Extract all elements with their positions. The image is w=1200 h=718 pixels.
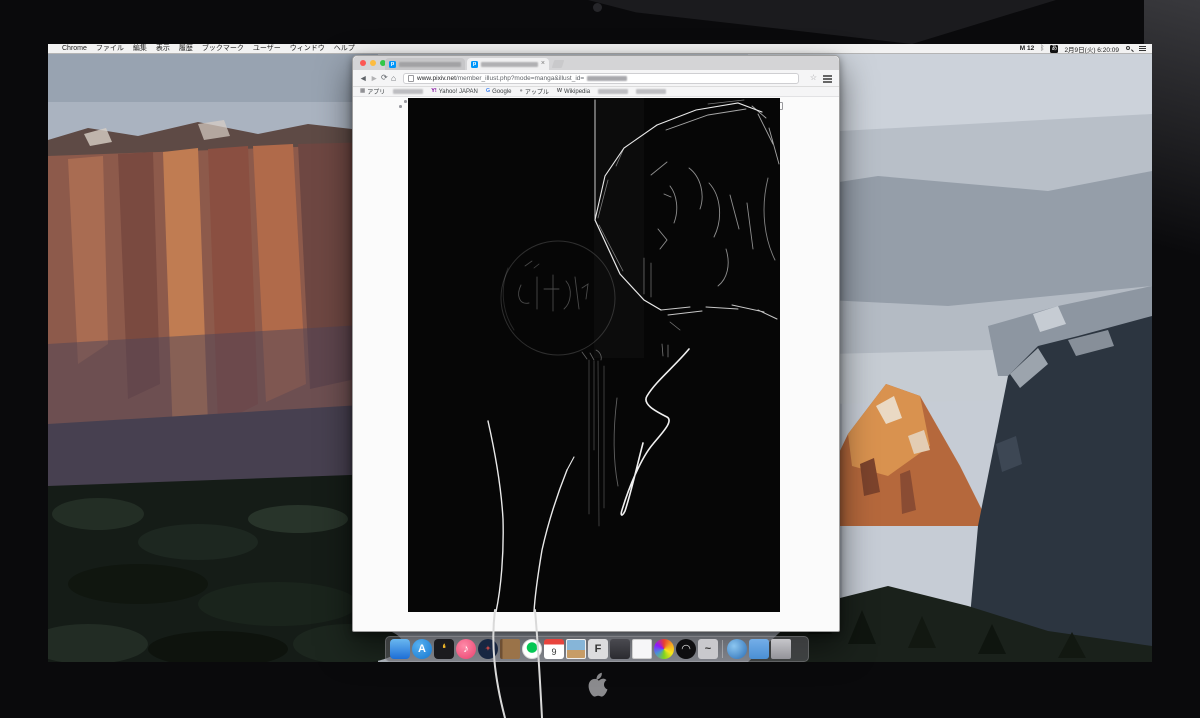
bookmark-item[interactable] bbox=[636, 89, 666, 94]
menu-item[interactable]: 表示 bbox=[156, 44, 170, 54]
webcam-dot bbox=[593, 3, 602, 12]
bookmark-favicon: W bbox=[557, 88, 562, 95]
tab-active[interactable]: p × bbox=[467, 58, 549, 70]
spotlight-icon[interactable] bbox=[1125, 45, 1133, 53]
dock-app-icon[interactable]: ❛ bbox=[434, 639, 454, 659]
menu-item[interactable]: ブックマーク bbox=[202, 44, 244, 54]
pixiv-favicon: p bbox=[389, 61, 396, 68]
menu-item[interactable]: 編集 bbox=[133, 44, 147, 54]
bookmark-label: Wikipedia bbox=[564, 89, 590, 95]
dock-app-icon[interactable]: 9 bbox=[544, 639, 564, 659]
bookmark-item[interactable]: G Google bbox=[486, 88, 512, 95]
dock-app-icon[interactable] bbox=[654, 639, 674, 659]
bookmark-item[interactable]: ● アップル bbox=[520, 87, 549, 96]
bezel-reflection-right bbox=[1144, 0, 1200, 330]
dock-app-icon[interactable]: ◠ bbox=[676, 639, 696, 659]
tab-title-censored bbox=[481, 62, 538, 67]
manga-artwork-image[interactable] bbox=[408, 98, 780, 612]
bookmark-favicon: ▦ bbox=[360, 88, 365, 95]
bookmark-censored bbox=[598, 89, 628, 94]
tab-close-icon[interactable]: × bbox=[541, 59, 545, 69]
menu-item[interactable]: ヘルプ bbox=[334, 44, 355, 54]
dock-app-icon[interactable] bbox=[390, 639, 410, 659]
dock-app-icon[interactable]: F bbox=[588, 639, 608, 659]
bookmark-favicon: ● bbox=[520, 88, 523, 95]
dock-app-icon[interactable] bbox=[749, 639, 769, 659]
tab-title-censored bbox=[399, 62, 461, 67]
bookmark-label: アプリ bbox=[367, 87, 385, 96]
dock-app-icon[interactable] bbox=[522, 639, 542, 659]
menu-item[interactable]: ファイル bbox=[96, 44, 124, 54]
app-menus: Chrome ファイル編集表示履歴ブックマークユーザーウィンドウヘルプ bbox=[62, 44, 355, 54]
notification-center-icon[interactable] bbox=[1139, 46, 1146, 51]
reload-button[interactable]: ⟳ bbox=[381, 73, 388, 83]
bookmark-censored bbox=[636, 89, 666, 94]
bookmark-item[interactable]: ▦ アプリ bbox=[360, 87, 385, 96]
bookmarks-bar: ▦ アプリ Y! Yahoo! JAPAN G Google ● アップル bbox=[353, 87, 839, 97]
dock-app-icon[interactable] bbox=[722, 640, 723, 658]
dock-app-icon[interactable]: ✦ bbox=[478, 639, 498, 659]
bookmark-censored bbox=[393, 89, 423, 94]
dock: A ❛ ♪ ✦ 9 F ◠ ~ bbox=[385, 636, 809, 662]
dock-app-icon[interactable] bbox=[566, 639, 586, 659]
dock-app-icon[interactable]: A bbox=[412, 639, 432, 659]
dock-app-icon[interactable]: ~ bbox=[698, 639, 718, 659]
back-button[interactable]: ◄ bbox=[359, 73, 367, 83]
menu-item[interactable]: ユーザー bbox=[253, 44, 281, 54]
home-button[interactable]: ⌂ bbox=[391, 73, 396, 83]
new-tab-button[interactable] bbox=[552, 60, 565, 68]
bluetooth-icon[interactable]: ᛒ bbox=[1040, 45, 1044, 52]
browser-toolbar: ◄ ► ⟳ ⌂ www.pixiv.net/member_illust.php?… bbox=[353, 70, 839, 87]
address-bar[interactable]: www.pixiv.net/member_illust.php?mode=man… bbox=[403, 73, 799, 84]
bookmark-label: Yahoo! JAPAN bbox=[439, 89, 478, 95]
chrome-window: p p × ◄ ► ⟳ ⌂ www.pixiv.net/member_illus… bbox=[352, 55, 840, 632]
url-id-censored bbox=[587, 76, 627, 81]
bookmark-favicon: G bbox=[486, 88, 490, 95]
menu-clock[interactable]: 2月9日(火) 6:20:09 bbox=[1064, 44, 1119, 54]
pixiv-favicon: p bbox=[471, 61, 478, 68]
sketch-lines bbox=[408, 98, 780, 612]
monitor-photo: Chrome ファイル編集表示履歴ブックマークユーザーウィンドウヘルプ M 12 … bbox=[0, 0, 1200, 718]
tab-strip: p p × bbox=[353, 56, 839, 70]
bookmark-favicon: Y! bbox=[431, 88, 437, 95]
bookmark-label: Google bbox=[492, 89, 511, 95]
page-icon bbox=[408, 75, 414, 82]
menu-item[interactable]: Chrome bbox=[62, 44, 87, 54]
meter-status[interactable]: M 12 bbox=[1020, 45, 1034, 52]
url-text: www.pixiv.net/member_illust.php?mode=man… bbox=[417, 75, 584, 82]
dock-app-icon[interactable] bbox=[771, 639, 791, 659]
bookmark-item[interactable] bbox=[598, 89, 628, 94]
dock-app-icon[interactable] bbox=[632, 639, 652, 659]
forward-button[interactable]: ► bbox=[370, 73, 378, 83]
input-source-badge[interactable]: あ bbox=[1050, 45, 1058, 53]
dock-app-icon[interactable] bbox=[610, 639, 630, 659]
bookmark-item[interactable]: Y! Yahoo! JAPAN bbox=[431, 88, 478, 95]
status-area: M 12 ᛒ あ 2月9日(火) 6:20:09 bbox=[1020, 44, 1146, 54]
window-controls bbox=[360, 60, 386, 66]
minimize-window-button[interactable] bbox=[370, 60, 376, 66]
dock-app-icon[interactable] bbox=[500, 639, 520, 659]
bookmark-label: アップル bbox=[525, 87, 549, 96]
menu-item[interactable]: ウィンドウ bbox=[290, 44, 325, 54]
chrome-menu-icon[interactable] bbox=[823, 75, 832, 83]
tab-inactive[interactable]: p bbox=[385, 58, 465, 70]
pixiv-page-content bbox=[353, 97, 839, 631]
bookmark-item[interactable]: W Wikipedia bbox=[557, 88, 590, 95]
menu-bar: Chrome ファイル編集表示履歴ブックマークユーザーウィンドウヘルプ M 12 … bbox=[48, 44, 1152, 54]
bookmark-star-icon[interactable]: ☆ bbox=[810, 73, 817, 82]
close-window-button[interactable] bbox=[360, 60, 366, 66]
apple-logo bbox=[584, 671, 612, 703]
dock-app-icon[interactable]: ♪ bbox=[456, 639, 476, 659]
dock-app-icon[interactable] bbox=[727, 639, 747, 659]
menu-item[interactable]: 履歴 bbox=[179, 44, 193, 54]
bookmark-item[interactable] bbox=[393, 89, 423, 94]
